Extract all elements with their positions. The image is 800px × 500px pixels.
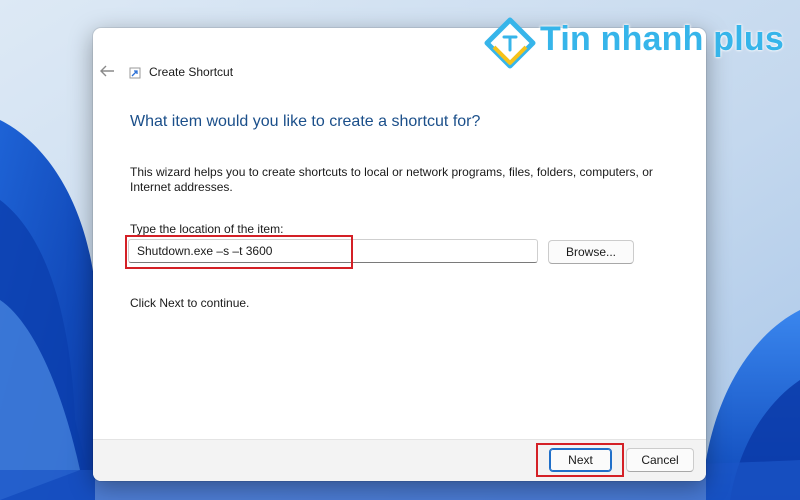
logo-diamond-icon [484,17,536,69]
dialog-title: Create Shortcut [149,65,234,79]
location-input[interactable] [128,239,538,263]
create-shortcut-dialog: Create Shortcut What item would you like… [93,28,706,481]
location-label: Type the location of the item: [130,222,284,236]
wizard-description: This wizard helps you to create shortcut… [130,165,653,194]
next-button[interactable]: Next [549,448,612,472]
continue-instruction: Click Next to continue. [130,296,250,310]
back-arrow-icon[interactable] [99,64,115,78]
browse-button[interactable]: Browse... [548,240,634,264]
watermark-logo: Tin nhanh plus [484,15,794,70]
watermark-text: Tin nhanh plus [540,20,784,58]
page-heading: What item would you like to create a sho… [130,113,481,130]
shortcut-icon [129,67,141,79]
dialog-footer: Next Cancel [93,439,706,481]
cancel-button[interactable]: Cancel [626,448,694,472]
